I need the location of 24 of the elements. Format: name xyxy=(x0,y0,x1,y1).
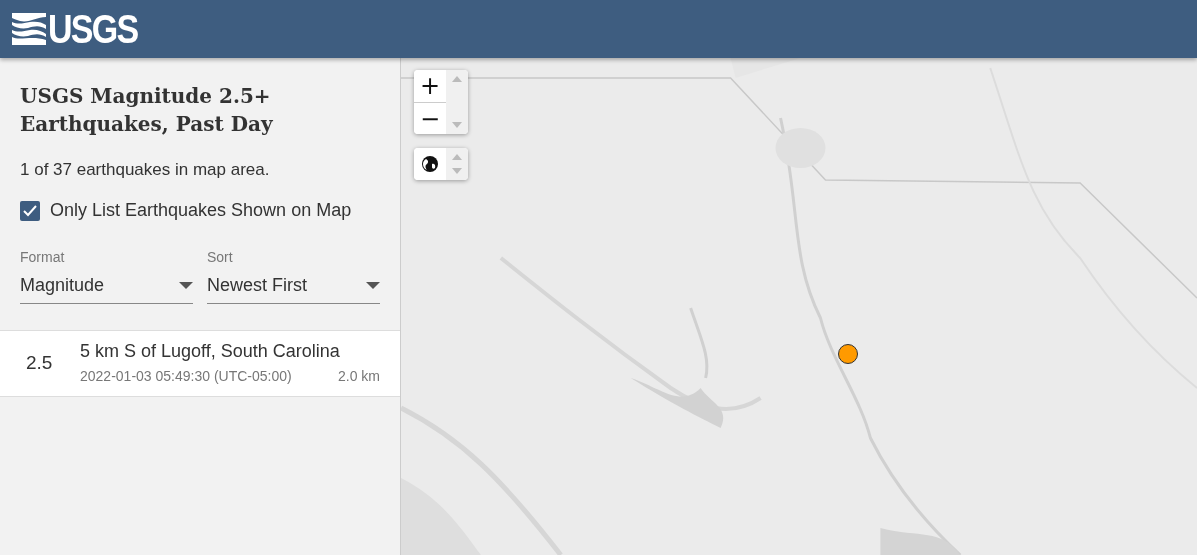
checkbox-label: Only List Earthquakes Shown on Map xyxy=(50,200,352,221)
select-dropdown[interactable]: Newest First xyxy=(207,271,380,304)
scroll-up-icon[interactable] xyxy=(452,76,462,82)
zoom-in-button[interactable]: + xyxy=(414,70,446,102)
logo-text: USGS xyxy=(48,9,138,49)
zoom-out-button[interactable]: − xyxy=(414,102,446,134)
panel-title: USGS Magnitude 2.5+ Earthquakes, Past Day xyxy=(20,83,274,138)
scroll-up-icon[interactable] xyxy=(452,154,462,160)
earthquake-count: 1 of 37 earthquakes in map area. xyxy=(20,160,271,180)
event-time: 2022-01-03 05:49:30 (UTC-05:00) xyxy=(80,368,292,384)
globe-icon xyxy=(421,155,439,173)
caret-icon xyxy=(179,282,193,289)
magnitude: 2.5 xyxy=(26,351,54,374)
place-name: 5 km S of Lugoff, South Carolina xyxy=(80,341,341,362)
select-dropdown[interactable]: Magnitude xyxy=(20,271,193,304)
scroll-down-icon[interactable] xyxy=(452,168,462,174)
logo-icon xyxy=(12,13,46,45)
basemap-button[interactable] xyxy=(414,148,446,180)
select-label: Format xyxy=(20,249,66,265)
scroll-down-icon[interactable] xyxy=(452,122,462,128)
checkbox[interactable] xyxy=(20,200,40,221)
select-label: Sort xyxy=(207,249,234,265)
depth: 2.0 km xyxy=(338,368,380,384)
caret-icon xyxy=(366,282,380,289)
